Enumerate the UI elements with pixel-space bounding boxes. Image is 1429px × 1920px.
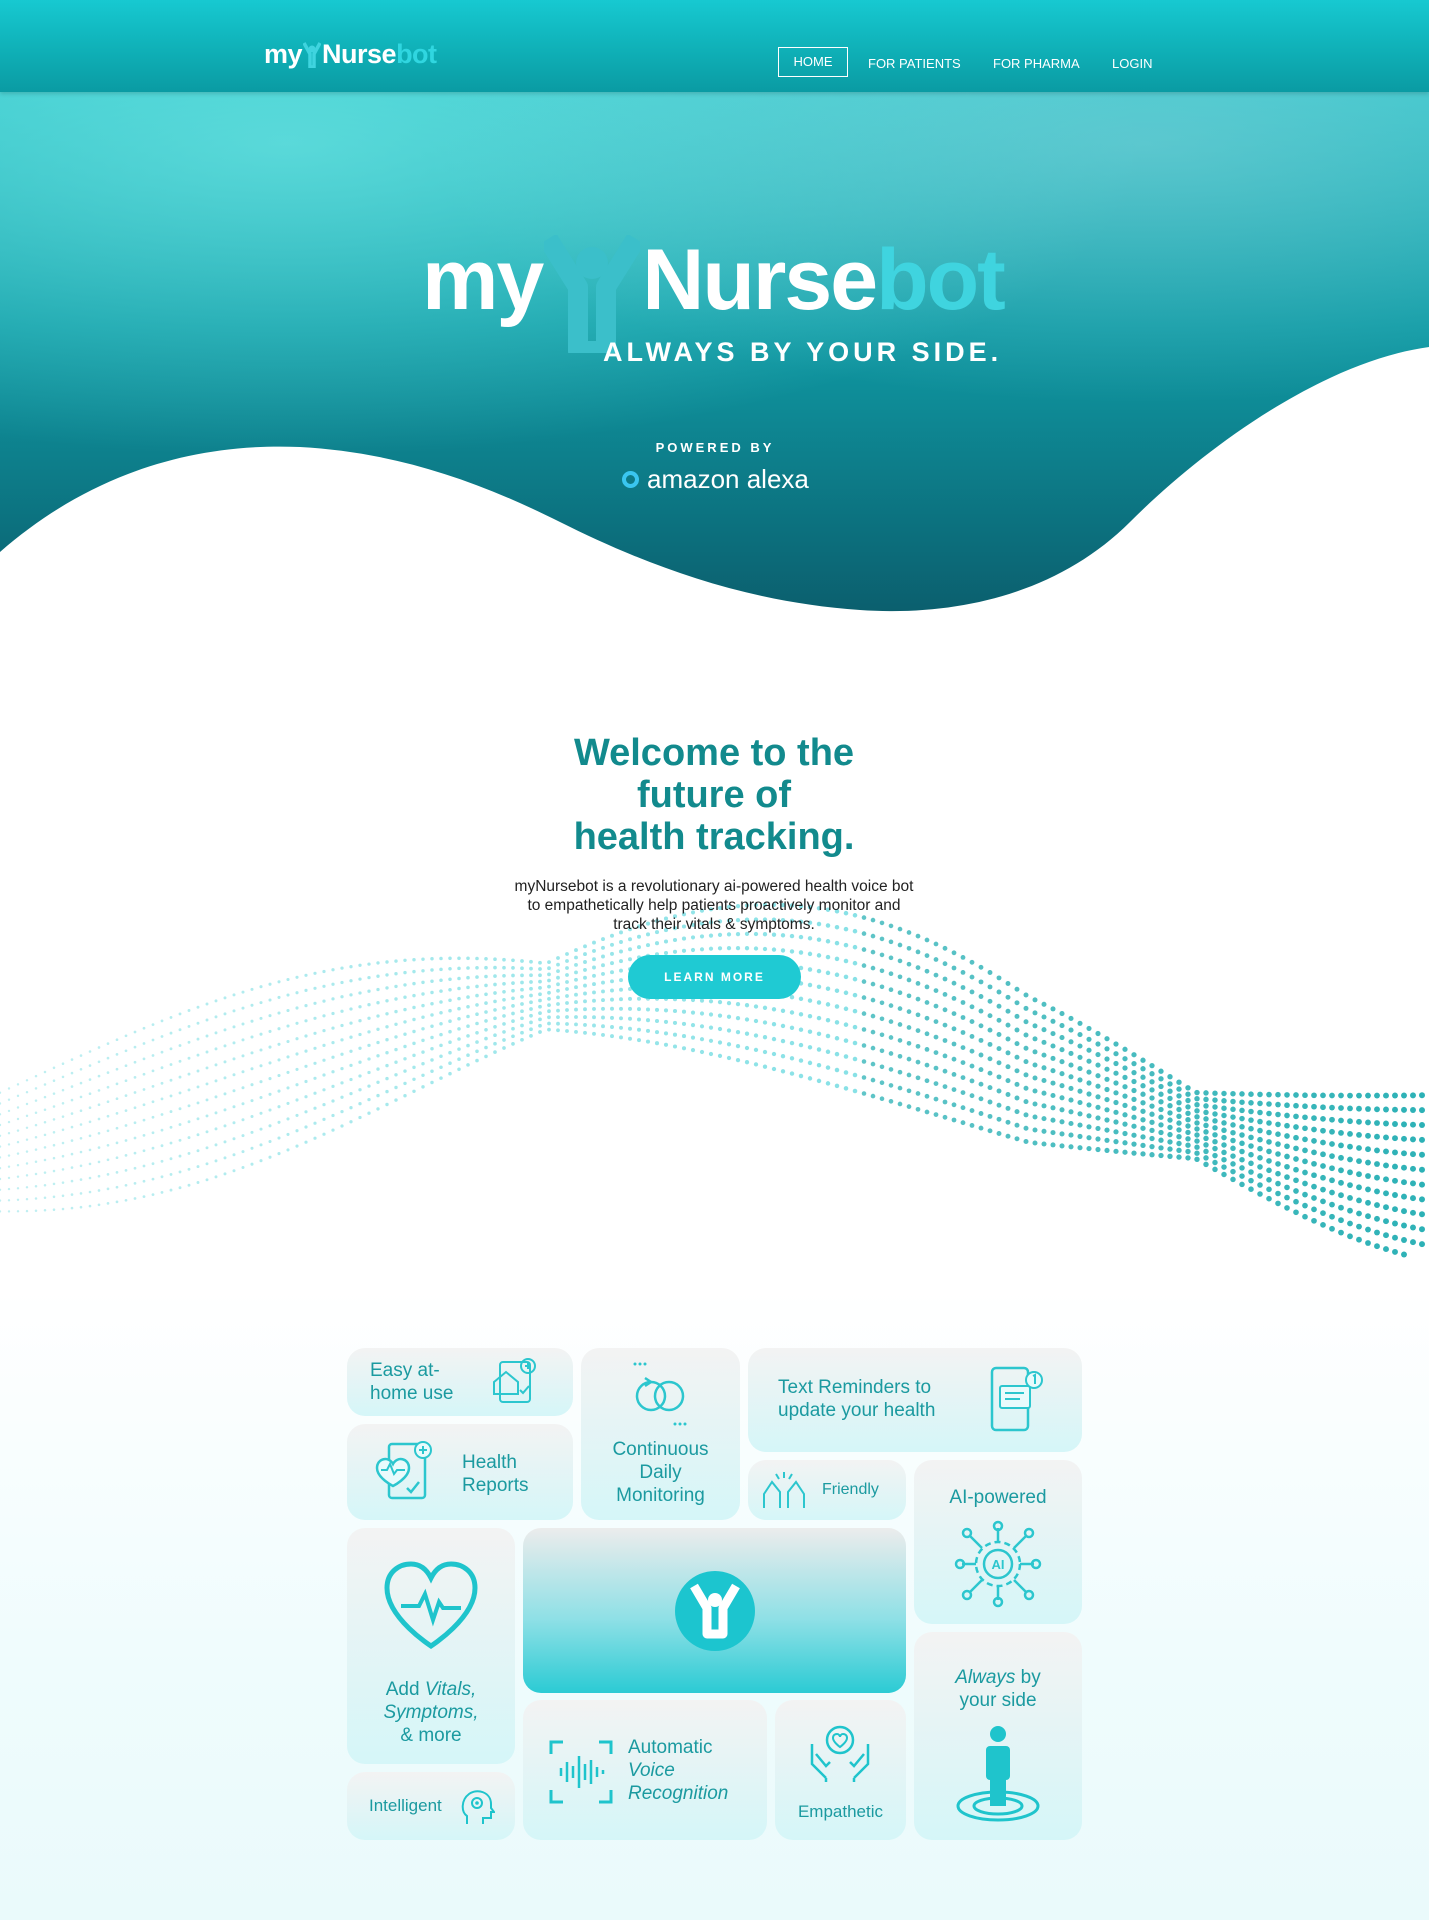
powered-by-label: POWERED BY — [655, 440, 775, 455]
amazon-alexa-logo: amazon alexa — [622, 462, 809, 496]
feature-tile-continuous-monitoring: Continuous Daily Monitoring — [581, 1348, 740, 1520]
feature-vitals-label: Add Vitals, Symptoms, & more — [347, 1678, 515, 1747]
feature-continuous-line3: Monitoring — [616, 1485, 705, 1506]
logo-bot: bot — [396, 38, 437, 69]
feature-ai-label: AI-powered — [949, 1487, 1047, 1508]
nav-for-pharma-link[interactable]: FOR PHARMA — [993, 50, 1080, 78]
feature-voice-line2: Voice — [628, 1760, 675, 1781]
hero-title-nurse: Nurse — [642, 232, 878, 328]
learn-more-button[interactable]: LEARN MORE — [628, 955, 801, 999]
nav-home-link[interactable]: HOME — [778, 47, 848, 77]
hero-figure-icon — [539, 233, 645, 361]
phone-message-icon — [990, 1366, 1043, 1432]
feature-continuous-line1: Continuous — [612, 1439, 709, 1460]
feature-voice-line3: Recognition — [628, 1783, 729, 1804]
feature-continuous-line2: Daily — [639, 1462, 682, 1483]
health-report-icon — [375, 1441, 432, 1500]
feature-tile-voice-recognition: Automatic Voice Recognition — [523, 1700, 767, 1840]
feature-vitals-vitals: Vitals, — [424, 1679, 477, 1700]
feature-reminders-label: Text Reminders to update your health — [778, 1376, 935, 1422]
hero-title-bot: bot — [876, 232, 1006, 328]
hero-title-my: my — [422, 232, 544, 328]
brand-figure-icon — [675, 1571, 755, 1651]
nav-logo[interactable]: my Nurse bot — [264, 34, 437, 74]
voice-wave-icon — [549, 1740, 613, 1804]
feature-tile-add-vitals: Add Vitals, Symptoms, & more — [347, 1528, 515, 1764]
feature-tile-always-by-your-side: Always by your side — [914, 1632, 1082, 1840]
feature-friendly-label: Friendly — [822, 1481, 879, 1498]
feature-vitals-add: Add — [385, 1679, 425, 1700]
feature-health-line1: Health — [462, 1452, 517, 1473]
feature-tile-text-reminders: Text Reminders to update your health — [748, 1348, 1082, 1452]
logo-figure-icon — [302, 40, 322, 69]
hero-section: my Nurse bot ALWAYS BY YOUR SIDE. POWERED… — [0, 92, 1429, 628]
heart-pulse-icon — [384, 1561, 478, 1649]
feature-continuous-label: Continuous Daily Monitoring — [581, 1438, 740, 1507]
hero-logo-title: my Nurse bot — [422, 232, 1006, 361]
feature-intelligent-label: Intelligent — [369, 1796, 442, 1815]
logo-nurse: Nurse — [322, 38, 397, 69]
ai-chip-icon: AI — [954, 1520, 1042, 1608]
feature-tile-health-reports: Health Reports — [347, 1424, 573, 1520]
feature-always-label: Always by your side — [914, 1666, 1082, 1712]
feature-easy-line1: Easy at- — [370, 1360, 440, 1381]
feature-reminders-line1: Text Reminders to — [778, 1377, 932, 1398]
cycle-arrows-icon — [633, 1362, 687, 1426]
clipboard-house-icon — [493, 1358, 536, 1403]
alexa-ring-icon — [622, 470, 639, 488]
logo-my: my — [264, 38, 303, 69]
feature-reminders-line2: update your health — [778, 1400, 936, 1421]
feature-tile-brand-center — [523, 1528, 906, 1693]
feature-empathetic-label: Empathetic — [797, 1802, 884, 1821]
feature-tile-friendly: Friendly — [748, 1460, 906, 1520]
feature-always-always: Always — [955, 1667, 1016, 1688]
feature-tile-intelligent: Intelligent — [347, 1772, 515, 1840]
feature-always-side: your side — [959, 1690, 1037, 1711]
feature-health-label: Health Reports — [462, 1451, 529, 1497]
feature-easy-line2: home use — [370, 1383, 454, 1404]
nav-for-patients-link[interactable]: FOR PATIENTS — [868, 50, 961, 78]
feature-voice-line1: Automatic — [628, 1737, 713, 1758]
welcome-description: myNursebot is a revolutionary ai-powered… — [514, 878, 914, 933]
welcome-heading-line3: health tracking. — [573, 816, 855, 858]
feature-easy-label: Easy at- home use — [370, 1359, 453, 1405]
feature-tile-empathetic: Empathetic — [775, 1700, 906, 1840]
hands-heart-icon — [810, 1725, 870, 1782]
nav-login-link[interactable]: LOGIN — [1112, 50, 1152, 78]
feature-voice-label: Automatic Voice Recognition — [628, 1736, 728, 1805]
feature-tile-ai-powered: AI-powered AI — [914, 1460, 1082, 1624]
welcome-heading-line2: future of — [636, 774, 792, 816]
alexa-label: amazon alexa — [647, 463, 809, 494]
person-target-icon — [956, 1726, 1040, 1822]
welcome-heading-line1: Welcome to the — [573, 732, 855, 774]
feature-vitals-symptoms: Symptoms, — [383, 1702, 479, 1723]
hero-tagline: ALWAYS BY YOUR SIDE. — [603, 337, 1003, 367]
feature-tile-easy-home-use: Easy at- home use — [347, 1348, 573, 1416]
top-nav: my Nurse bot HOME FOR PATIENTS FOR PHARMA… — [0, 0, 1429, 92]
welcome-heading: Welcome to the future of health tracking… — [514, 732, 914, 858]
feature-always-by: by — [1015, 1667, 1041, 1688]
feature-vitals-more: & more — [400, 1725, 462, 1746]
brain-head-icon — [461, 1790, 495, 1824]
svg-text:AI: AI — [992, 1557, 1005, 1572]
feature-health-line2: Reports — [462, 1475, 529, 1496]
high-five-icon — [763, 1472, 805, 1508]
feature-vitals-line1: Add Vitals, — [347, 1678, 515, 1701]
